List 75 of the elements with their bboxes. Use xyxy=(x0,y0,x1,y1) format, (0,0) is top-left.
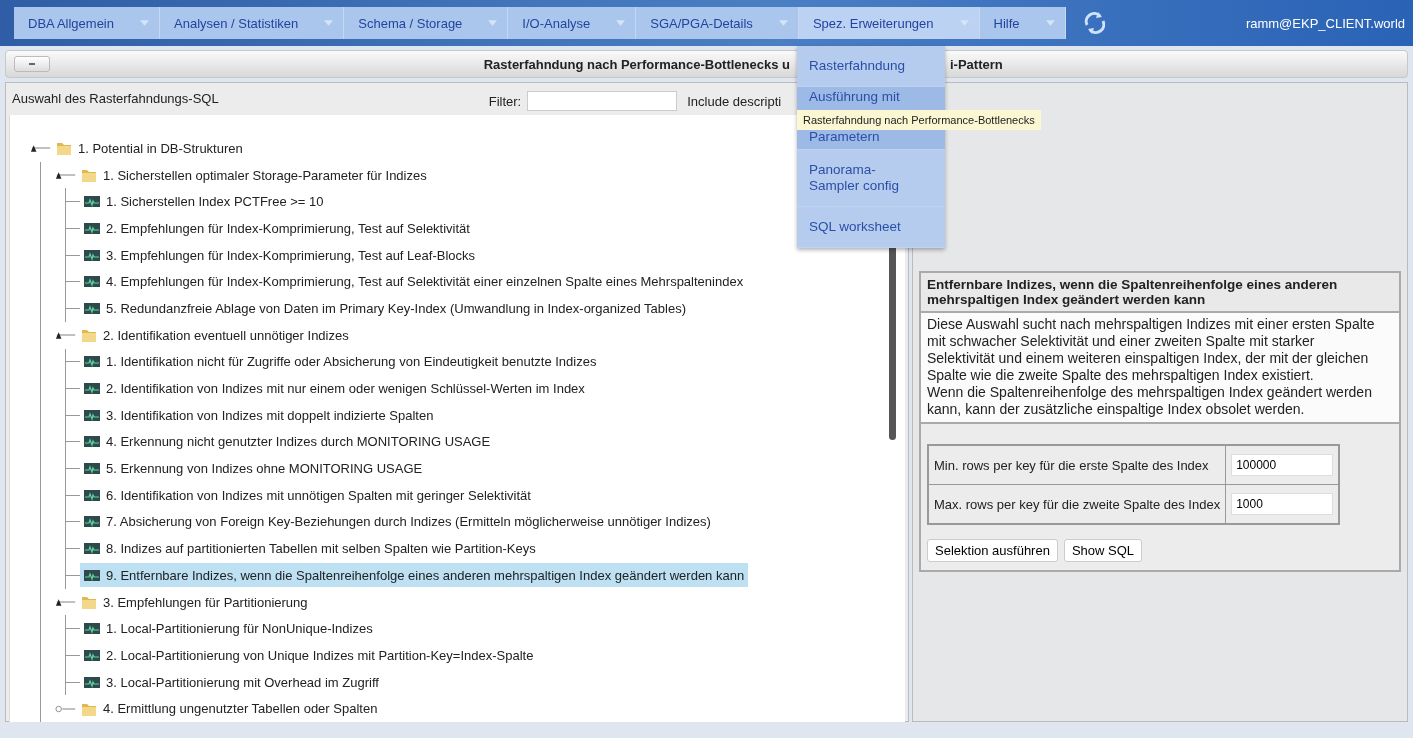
chart-icon xyxy=(84,569,100,581)
filter-field[interactable] xyxy=(527,91,678,111)
collapse-button[interactable] xyxy=(14,56,50,72)
parameter-field[interactable]: 1000 xyxy=(1231,493,1334,515)
chart-icon xyxy=(84,222,100,234)
tree-item[interactable]: 1. Identifikation nicht für Zugriffe oder Absicherung von Eindeutigkeit benutzte Indizes xyxy=(80,349,601,374)
tree-item[interactable]: 7. Absicherung von Foreign Key-Beziehungen durch Indizes (Ermitteln möglicherweise unnötiger Indizes) xyxy=(80,509,715,534)
action-button[interactable]: Show SQL xyxy=(1063,539,1143,562)
menu-bar-item[interactable]: Spez. Erweiterungen xyxy=(798,7,980,39)
menu-bar-item[interactable]: DBA Allgemein xyxy=(14,7,160,39)
menu-bar-item[interactable]: Analysen / Statistiken xyxy=(160,7,345,39)
caret-icon xyxy=(324,20,334,26)
menu-item[interactable]: Panorama- Sampler config xyxy=(797,150,945,207)
tree-item[interactable]: 6. Identifikation von Indizes mit unnötigen Spalten mit geringer Selektivität xyxy=(80,483,535,508)
tree-item[interactable]: 5. Redundanzfreie Ablage von Daten im Primary Key-Index (Umwandlung in Index-organized Tables) xyxy=(80,296,691,321)
user-label: ramm@EKP_CLIENT.world xyxy=(1245,15,1405,31)
caret-icon xyxy=(616,20,626,26)
chart-icon xyxy=(84,649,100,661)
chart-icon xyxy=(84,489,100,501)
folder-icon xyxy=(56,140,72,157)
tree-item[interactable]: 1. Local-Partitionierung für NonUnique-Indizes xyxy=(80,616,377,641)
selection-title: Auswahl des Rasterfahndungs-SQL xyxy=(12,91,219,106)
menu-bar-item[interactable]: I/O-Analyse xyxy=(508,7,637,39)
tree-item[interactable]: 2. Identifikation von Indizes mit nur einem oder wenigen Schlüssel-Werten im Index xyxy=(80,376,589,401)
menu-bar-item[interactable]: Schema / Storage xyxy=(344,7,509,39)
tree-item[interactable]: 8. Indizes auf partitionierten Tabellen mit selben Spalten wie Partition-Keys xyxy=(80,536,540,561)
chart-icon xyxy=(84,543,100,555)
caret-icon xyxy=(488,20,498,26)
tree-item[interactable]: 2. Local-Partitionierung von Unique Indizes mit Partition-Key=Index-Spalte xyxy=(80,643,538,668)
menu-bar-item[interactable]: SGA/PGA-Details xyxy=(636,7,799,39)
tree-item[interactable]: 1. Sicherstellen Index PCTFree >= 10 xyxy=(80,189,328,214)
panel-title: Rasterfahndung nach Performance-Bottlenecks u xyxy=(483,56,790,72)
chart-icon xyxy=(84,302,100,314)
caret-icon xyxy=(140,20,149,26)
parameter-label: Min. rows per key für die erste Spalte des Index xyxy=(928,445,1226,485)
chart-icon xyxy=(84,356,100,368)
chart-icon xyxy=(84,623,100,635)
detail-description: Diese Auswahl sucht nach mehrspaltigen Indizes mit einer ersten Spalte mit schwacher Selektivität und einer zweiten Spalte mit starker Selektivität und einem weiteren einspaltigen Index, der mit der gleichen Spalte wie die zweite Spalte des mehrspaltigen Index existiert. Wenn die Spaltenreihenfolge des mehrspaltigen Index geändert werden kann, kann der zusätzliche einspaltige Index obsolet werden. xyxy=(921,313,1399,424)
tree-item[interactable]: 4. Erkennung nicht genutzter Indizes durch MONITORING USAGE xyxy=(80,429,495,454)
folder-icon xyxy=(81,167,97,184)
caret-icon xyxy=(778,20,788,26)
caret-icon xyxy=(1045,20,1055,26)
chart-icon xyxy=(84,409,100,421)
chart-icon xyxy=(84,383,100,395)
tree-item[interactable]: 2. Empfehlungen für Index-Komprimierung, Test auf Selektivität xyxy=(80,216,474,241)
panel-title: i-Pattern xyxy=(950,56,1003,72)
tree-item[interactable]: 3. Identifikation von Indizes mit doppelt indizierte Spalten xyxy=(80,403,438,428)
action-button[interactable]: Selektion ausführen xyxy=(927,539,1058,562)
tree-item[interactable]: 5. Erkennung von Indizes ohne MONITORING USAGE xyxy=(80,456,427,481)
include-label: Include descripti xyxy=(687,94,782,109)
tree-item[interactable]: 4. Ermittlung ungenutzter Tabellen oder Spalten xyxy=(103,701,378,717)
tree-item[interactable]: 4. Empfehlungen für Index-Komprimierung, Test auf Selektivität einer einzelnen Spalte eines Mehrspaltenindex xyxy=(80,269,748,294)
folder-icon xyxy=(81,327,97,344)
chart-icon xyxy=(84,276,100,288)
tree-item[interactable]: 3. Empfehlungen für Index-Komprimierung, Test auf Leaf-Blocks xyxy=(80,243,479,268)
menu-item[interactable]: Rasterfahndung xyxy=(797,46,945,87)
folder-icon xyxy=(81,594,97,611)
chart-icon xyxy=(84,516,100,528)
chart-icon xyxy=(84,463,100,475)
chart-icon xyxy=(84,196,100,208)
tree-item[interactable]: 3. Local-Partitionierung mit Overhead im Zugriff xyxy=(80,670,383,695)
menu-bar-item[interactable]: Hilfe xyxy=(979,7,1066,39)
chart-icon xyxy=(84,436,100,448)
chart-icon xyxy=(84,676,100,688)
parameter-field[interactable]: 100000 xyxy=(1231,454,1334,476)
tree-item[interactable]: 1. Potential in DB-Strukturen xyxy=(78,140,243,156)
filter-label: Filter: xyxy=(488,94,522,109)
tree-item[interactable]: 9. Entfernbare Indizes, wenn die Spaltenreihenfolge eines anderen mehrspaltigen Index geändert werden kann xyxy=(80,563,749,588)
tree-item[interactable]: 1. Sicherstellen optimaler Storage-Parameter für Indizes xyxy=(103,167,427,183)
tree-item[interactable]: 3. Empfehlungen für Partitionierung xyxy=(103,594,308,610)
caret-icon xyxy=(959,20,969,26)
tooltip: Rasterfahndung nach Performance-Bottlenecks xyxy=(797,110,1041,130)
menu-item[interactable]: SQL worksheet xyxy=(797,207,945,248)
chart-icon xyxy=(84,249,100,261)
tree-item[interactable]: 2. Identifikation eventuell unnötiger Indizes xyxy=(103,327,349,343)
